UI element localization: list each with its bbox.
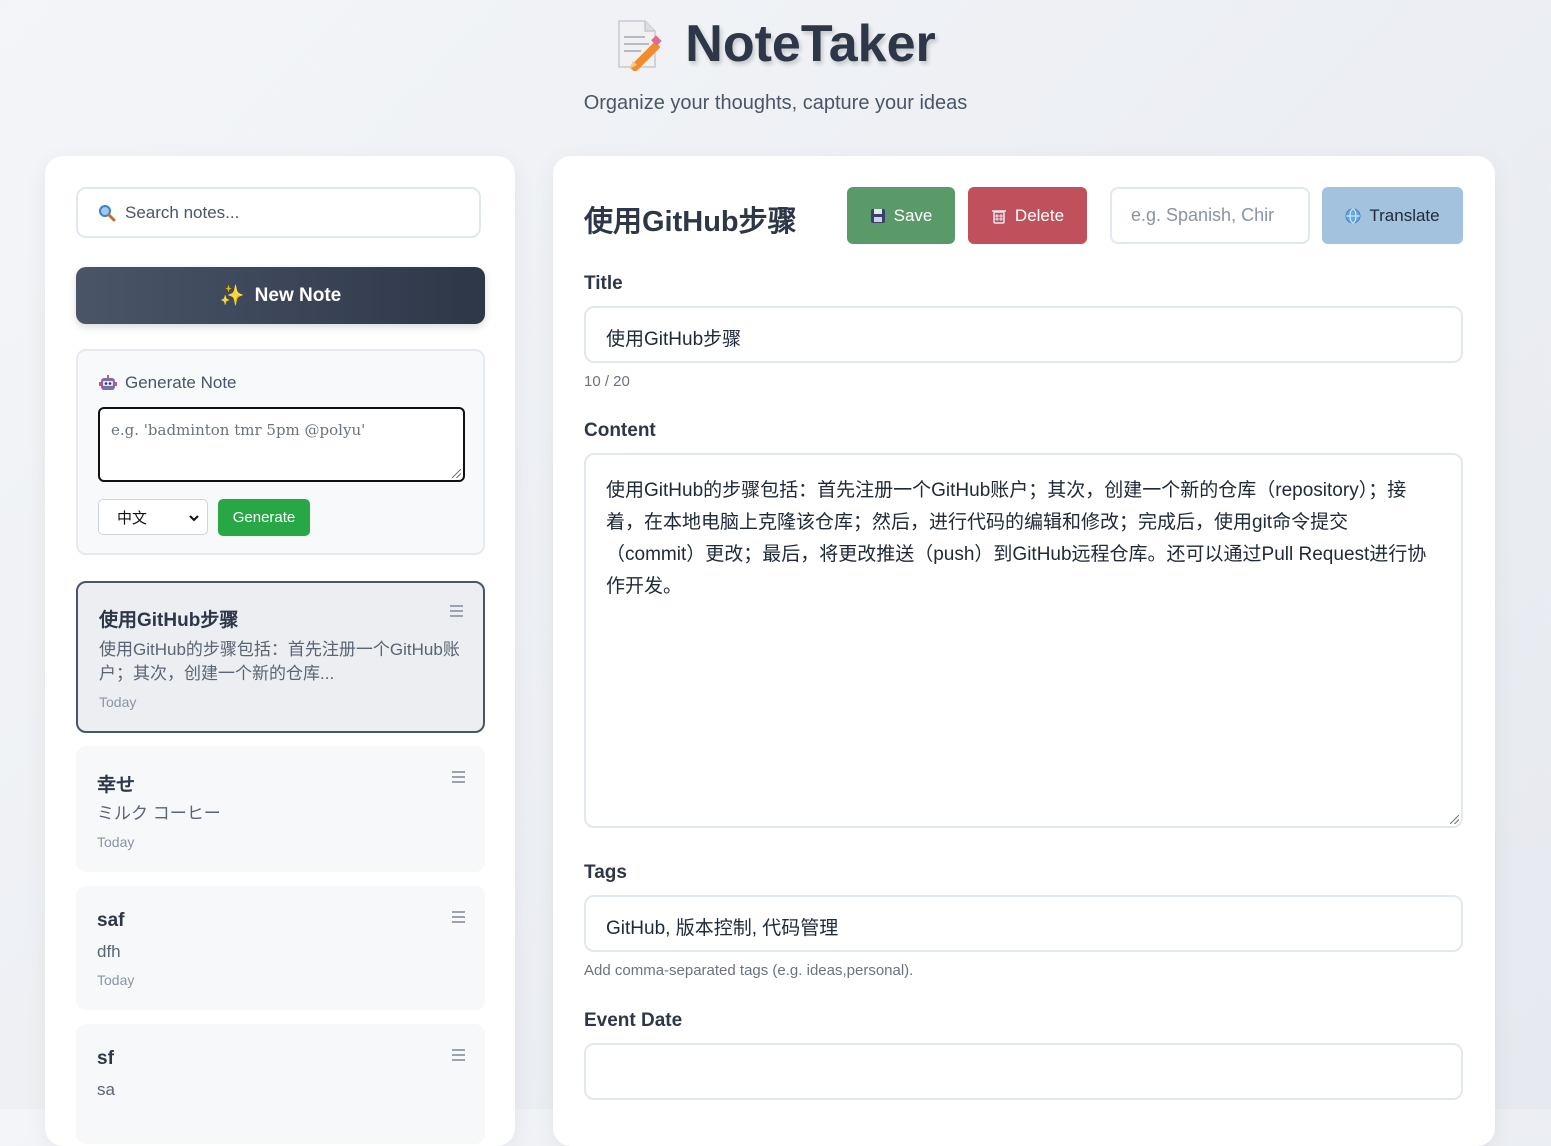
title-char-counter: 10 / 20 — [584, 373, 630, 390]
sparkles-icon: ✨ — [219, 285, 245, 307]
resize-handle-icon[interactable] — [1450, 815, 1459, 824]
content-label: Content — [584, 420, 656, 441]
generate-note-panel: Generate Note e.g. 'badminton tmr 5pm @p… — [76, 349, 485, 555]
generate-prompt-textarea[interactable]: e.g. 'badminton tmr 5pm @polyu' — [98, 407, 465, 482]
tags-label: Tags — [584, 862, 627, 883]
note-list-item[interactable]: 使用GitHub步骤 使用GitHub的步骤包括：首先注册一个GitHub账户；… — [76, 581, 485, 733]
note-item-date: Today — [97, 834, 135, 850]
note-item-date: Today — [99, 694, 137, 710]
editor-heading: 使用GitHub步骤 — [584, 206, 797, 238]
tags-input-value: GitHub, 版本控制, 代码管理 — [606, 918, 839, 939]
note-item-title: sf — [97, 1048, 114, 1069]
note-item-preview: ミルク コーヒー — [97, 804, 221, 823]
title-input[interactable]: 使用GitHub步骤 — [584, 306, 1463, 363]
generate-note-title: Generate Note — [125, 373, 237, 392]
new-note-button[interactable]: ✨ New Note — [76, 267, 485, 324]
resize-handle-icon[interactable] — [452, 469, 461, 478]
note-item-title: 幸せ — [97, 775, 136, 796]
app-header: NoteTaker — [0, 14, 1551, 74]
drag-handle-icon[interactable] — [452, 911, 465, 923]
note-item-title: saf — [97, 910, 125, 931]
note-item-date: Today — [97, 972, 135, 988]
generate-note-heading: Generate Note — [99, 373, 237, 393]
app-subtitle: Organize your thoughts, capture your ide… — [583, 92, 968, 114]
note-list-item[interactable]: saf dfh Today — [76, 886, 485, 1010]
delete-label: Delete — [1014, 205, 1065, 225]
note-item-title: 使用GitHub步骤 — [99, 610, 239, 631]
title-label: Title — [584, 273, 623, 294]
generate-button[interactable]: Generate — [218, 499, 310, 536]
tags-input[interactable]: GitHub, 版本控制, 代码管理 — [584, 895, 1463, 952]
language-select-value: 中文 — [117, 509, 148, 527]
note-list-item[interactable]: 幸せ ミルク コーヒー Today — [76, 746, 485, 872]
note-list-item[interactable]: sf sa — [76, 1024, 485, 1144]
save-label: Save — [893, 205, 933, 225]
note-editor: 使用GitHub步骤 Save Delete e.g. Spanish, Chi… — [553, 156, 1495, 1146]
language-select[interactable]: 中文 — [98, 499, 208, 535]
app-title: NoteTaker — [685, 15, 936, 73]
title-input-value: 使用GitHub步骤 — [606, 329, 742, 350]
memo-icon — [615, 17, 663, 72]
generate-prompt-placeholder: e.g. 'badminton tmr 5pm @polyu' — [111, 421, 366, 439]
save-button[interactable]: Save — [847, 187, 955, 244]
search-placeholder: Search notes... — [125, 202, 240, 222]
drag-handle-icon[interactable] — [452, 1049, 465, 1061]
note-item-preview: dfh — [97, 942, 121, 961]
translate-language-input[interactable]: e.g. Spanish, Chir — [1110, 187, 1310, 244]
floppy-disk-icon — [870, 208, 886, 224]
search-input[interactable]: Search notes... — [76, 187, 481, 238]
chevron-down-icon — [189, 510, 199, 522]
translate-label: Translate — [1369, 205, 1440, 225]
translate-language-placeholder: e.g. Spanish, Chir — [1131, 205, 1275, 225]
robot-icon — [99, 374, 117, 392]
trash-icon — [991, 208, 1007, 224]
search-icon — [98, 204, 116, 222]
drag-handle-icon[interactable] — [452, 771, 465, 783]
translate-button[interactable]: Translate — [1322, 187, 1463, 244]
event-date-label: Event Date — [584, 1010, 683, 1031]
globe-icon — [1345, 208, 1361, 224]
content-textarea-value: 使用GitHub的步骤包括：首先注册一个GitHub账户；其次，创建一个新的仓库… — [606, 480, 1427, 597]
delete-button[interactable]: Delete — [968, 187, 1087, 244]
content-textarea[interactable]: 使用GitHub的步骤包括：首先注册一个GitHub账户；其次，创建一个新的仓库… — [584, 453, 1463, 828]
drag-handle-icon[interactable] — [450, 605, 463, 617]
tags-help-text: Add comma-separated tags (e.g. ideas,per… — [584, 962, 914, 979]
new-note-label: New Note — [254, 284, 342, 306]
note-item-preview: sa — [97, 1080, 115, 1099]
note-item-preview: 使用GitHub的步骤包括：首先注册一个GitHub账户；其次，创建一个新的仓库… — [99, 640, 460, 683]
event-date-input[interactable] — [584, 1043, 1463, 1100]
sidebar: Search notes... ✨ New Note Generate Note… — [45, 156, 515, 1146]
